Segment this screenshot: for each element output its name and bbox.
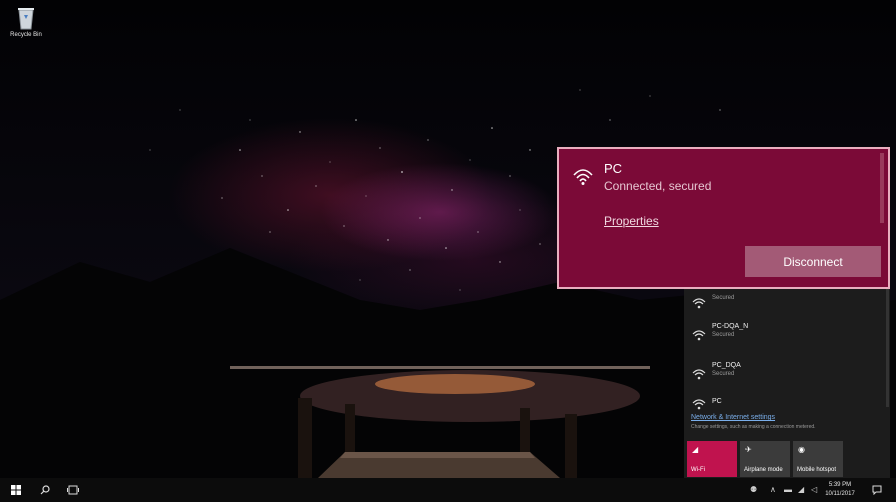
properties-link[interactable]: Properties [604,214,659,228]
search-icon [40,485,50,495]
hotspot-icon: ◉ [798,445,805,454]
network-name: PC-DQA_N [712,323,749,330]
taskbar: ⚉ ∧ ▬ ◢ ◁ 5:39 PM 10/11/2017 [0,478,896,502]
network-status: Secured [712,332,735,338]
disconnect-button[interactable]: Disconnect [745,246,881,277]
network-settings-description: Change settings, such as making a connec… [691,424,816,430]
network-list-scrollbar[interactable] [886,287,889,407]
recycle-bin-icon [18,8,34,30]
mobile-hotspot-tile[interactable]: ◉ Mobile hotspot [793,441,843,477]
battery-icon[interactable]: ▬ [784,485,792,494]
connected-network-name: PC [604,161,623,176]
recycle-bin[interactable]: Recycle Bin [4,6,48,38]
network-settings-link[interactable]: Network & Internet settings [691,414,775,421]
notification-icon [872,485,882,495]
network-list-item[interactable]: PC_DQA Secured [684,358,890,392]
task-view-icon [67,485,79,495]
action-center-button[interactable] [866,478,888,502]
network-name: PC [712,398,722,405]
network-status: Secured [712,371,735,377]
search-button[interactable] [34,478,56,502]
clock-date: 10/11/2017 [825,491,855,497]
volume-icon[interactable]: ◁ [811,485,817,494]
network-status: Secured [712,295,735,301]
start-button[interactable] [4,478,28,502]
connected-network-status: Connected, secured [604,179,712,193]
network-list-item[interactable]: Secured [684,287,890,321]
windows-logo-icon [11,485,21,495]
clock[interactable]: 5:39 PM 10/11/2017 [822,481,858,499]
people-icon[interactable]: ⚉ [750,485,757,494]
tile-label: Mobile hotspot [797,467,837,473]
wifi-icon [692,399,706,410]
wifi-icon [692,369,706,380]
network-name: PC_DQA [712,362,741,369]
airplane-mode-tile[interactable]: ✈ Airplane mode [740,441,790,477]
card-scrollbar[interactable] [880,153,884,223]
chevron-up-icon[interactable]: ∧ [770,485,776,494]
task-view-button[interactable] [62,478,84,502]
tile-label: Wi-Fi [691,467,705,473]
connected-network-card[interactable]: PC Connected, secured Properties Disconn… [557,147,890,289]
sunset-reflection [375,374,535,394]
tile-label: Airplane mode [744,467,783,473]
network-list-item[interactable]: PC-DQA_N Secured [684,319,890,353]
wifi-toggle-tile[interactable]: ◢ Wi-Fi [687,441,737,477]
network-list-item[interactable]: PC [684,392,890,412]
recycle-bin-label: Recycle Bin [10,32,42,38]
horizon-line [230,366,650,369]
wifi-icon: ◢ [692,445,699,454]
wifi-icon [692,298,706,309]
wifi-icon [573,169,593,185]
wifi-icon [692,330,706,341]
network-tray-icon[interactable]: ◢ [798,485,804,494]
airplane-icon: ✈ [745,445,752,454]
clock-time: 5:39 PM [828,482,852,488]
